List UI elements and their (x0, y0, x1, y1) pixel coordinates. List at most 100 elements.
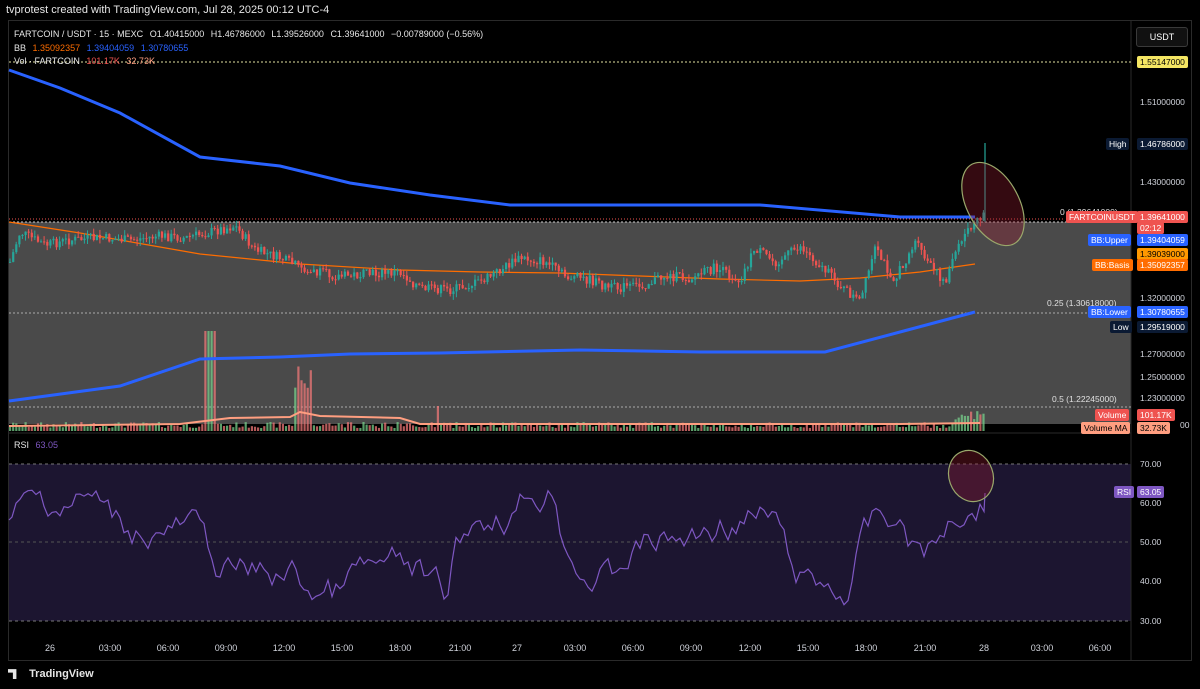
volume-bar (402, 426, 405, 431)
candle-body (573, 276, 576, 279)
rsi-label-tag: RSI (1114, 486, 1135, 498)
volume-bar (625, 426, 629, 431)
candle-body (145, 238, 148, 240)
volume-bar (536, 424, 539, 431)
time-tick: 12:00 (738, 643, 762, 653)
time-tick: 28 (978, 643, 990, 653)
candle-body (213, 227, 216, 229)
candle-body (749, 253, 753, 268)
volume-legend[interactable]: Vol · FARTCOIN 101.17K 32.73K (14, 56, 155, 66)
bb-legend[interactable]: BB 1.35092357 1.39404059 1.30780655 (14, 43, 188, 53)
candle-body (455, 284, 458, 292)
candle-body (260, 246, 263, 252)
volume-bar (656, 425, 660, 431)
volume-bar (703, 424, 706, 431)
candle-body (123, 235, 126, 242)
price-tick: 1.51000000 (1140, 97, 1185, 107)
candle-body (126, 235, 129, 237)
candle-body (920, 242, 923, 250)
volume-bar (926, 425, 929, 431)
candle-body (883, 259, 886, 261)
volume-bar (743, 427, 746, 431)
candle-body (523, 256, 526, 260)
candle-body (133, 239, 136, 241)
candle-body (294, 260, 297, 264)
rsi-legend[interactable]: RSI 63.05 (14, 440, 58, 450)
candle-body (322, 268, 325, 270)
candle-body (728, 269, 731, 279)
volume-bar (613, 426, 616, 431)
symbol-name[interactable]: FARTCOIN / USDT · 15 · MEXC (14, 29, 143, 39)
volume-bar (452, 427, 455, 431)
volume-bar (957, 417, 960, 431)
candle-body (272, 251, 275, 260)
candle-body (520, 255, 523, 260)
candle-body (486, 273, 489, 283)
tradingview-logo[interactable]: TradingView (8, 668, 94, 680)
candle-body (95, 234, 98, 241)
volume-bar (232, 427, 235, 431)
currency-button[interactable]: USDT (1136, 27, 1188, 47)
candle-body (381, 269, 384, 278)
candle-body (288, 255, 291, 258)
candle-body (582, 276, 585, 278)
candle-body (684, 279, 687, 281)
volume-bar (86, 426, 89, 431)
candle-body (334, 279, 337, 281)
candle-body (966, 228, 970, 234)
volume-bar (390, 426, 393, 431)
volume-bar (935, 426, 939, 431)
volume-bar (762, 426, 765, 431)
volume-bar (467, 424, 470, 431)
bb-upper-value-tag: 1.39404059 (1137, 234, 1188, 246)
candle-body (474, 279, 477, 286)
candle-body (412, 281, 415, 288)
volume-bar (436, 406, 439, 431)
candle-body (557, 265, 560, 272)
candle-body (579, 273, 582, 278)
candle-body (495, 269, 498, 273)
candle-body (954, 251, 957, 259)
volume-bar (257, 427, 260, 431)
candle-body (554, 262, 557, 266)
volume-bar (439, 424, 443, 431)
volume-bar (123, 427, 126, 431)
volume-bar (787, 427, 790, 431)
candle-body (802, 246, 805, 252)
candle-body (278, 252, 281, 260)
candle-body (892, 277, 895, 281)
candle-body (898, 266, 901, 279)
candle-body (923, 249, 926, 259)
volume-bar (846, 424, 849, 431)
candle-body (839, 286, 842, 289)
candle-body (164, 233, 167, 238)
volume-bar (498, 427, 501, 431)
candle-body (244, 234, 247, 239)
candle-body (886, 260, 889, 273)
candle-body (960, 241, 963, 244)
chart-canvas[interactable]: 1.51000000 1.43000000 1.32000000 1.27000… (0, 0, 1200, 689)
volume-bar (551, 426, 554, 431)
volume-bar (740, 424, 743, 431)
volume-bar (340, 424, 343, 431)
volume-bar (563, 427, 567, 431)
candle-body (328, 269, 331, 278)
candle-body (40, 241, 43, 243)
candle-body (74, 236, 77, 241)
candle-body (709, 267, 712, 275)
volume-bar (164, 427, 167, 431)
candle-body (204, 236, 207, 238)
volume-bar (796, 427, 799, 431)
candle-body (771, 258, 774, 262)
candle-body (805, 251, 808, 253)
candle-body (604, 283, 607, 290)
time-tick: 15:00 (796, 643, 820, 653)
candle-body (911, 249, 914, 254)
candle-body (427, 284, 430, 291)
candle-body (939, 269, 942, 281)
volume-bar (393, 427, 396, 431)
candle-body (489, 273, 492, 277)
volume-bar (542, 426, 545, 431)
volume-bar (191, 427, 195, 431)
candle-body (111, 240, 114, 242)
